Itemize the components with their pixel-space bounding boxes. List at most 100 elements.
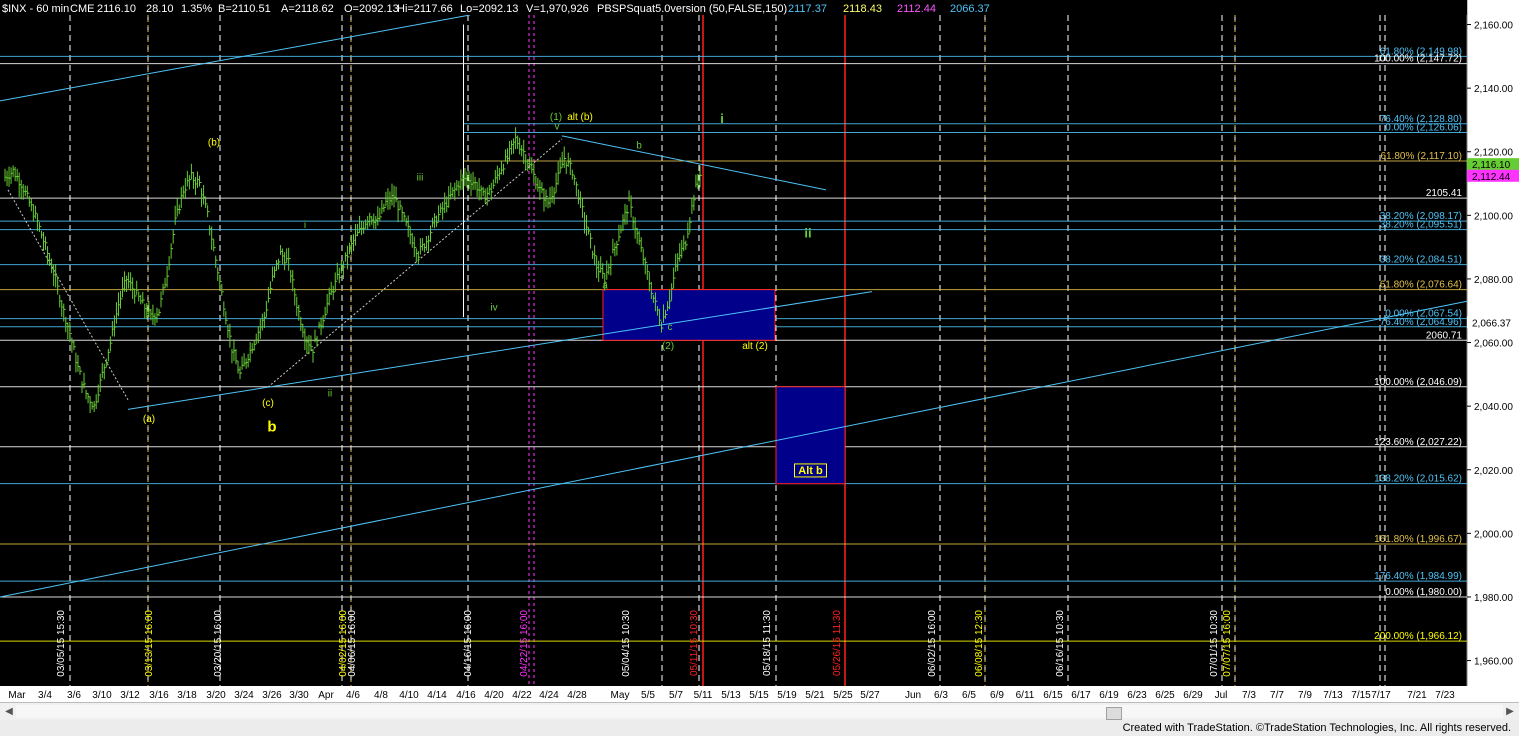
x-tick-label: 6/11 — [1016, 690, 1035, 701]
x-tick-label: 5/5 — [641, 690, 655, 701]
wave-label: (c) — [262, 398, 274, 409]
wave-label: b — [267, 419, 276, 436]
fib-anchor-line — [463, 24, 464, 318]
horizontal-scrollbar[interactable]: ◀ ▶ — [0, 702, 1519, 721]
y-tick-label: 2,080.00 — [1474, 275, 1513, 286]
x-tick-label: 7/9 — [1298, 690, 1312, 701]
x-tick-label: 5/11 — [694, 690, 713, 701]
x-tick-label: 6/17 — [1071, 690, 1091, 701]
y-tick-label: 2,040.00 — [1474, 402, 1513, 413]
scroll-thumb[interactable] — [1106, 707, 1122, 720]
x-tick-label: Apr — [318, 690, 334, 701]
wave-label: alt (b) — [567, 112, 593, 123]
indicator-value: 2117.37 — [788, 3, 827, 15]
x-tick-label: 6/29 — [1183, 690, 1203, 701]
x-tick-label: 7/7 — [1270, 690, 1284, 701]
fib-level-label: 161.80% (1,996.67) — [1374, 534, 1462, 545]
vertical-date-label: 05/18/15 11:30 — [762, 610, 773, 676]
x-tick-label: 6/5 — [962, 690, 976, 701]
chart-area[interactable]: 61.80% (2,149.98) 100.00% (2,147.72) 76.40… — [0, 0, 1519, 736]
x-tick-label: Jul — [1215, 690, 1228, 701]
x-tick-label: 4/10 — [399, 690, 419, 701]
x-tick-label: 7/17 — [1371, 690, 1391, 701]
vertical-date-label: 05/26/15 11:30 — [832, 610, 843, 676]
fib-level-label: 76.40% (2,064.96) — [1380, 317, 1462, 328]
x-tick-label: Jun — [905, 690, 921, 701]
header-field: PBSPSquat5.0version (50,FALSE,150) — [597, 3, 787, 15]
indicator-value: 2112.44 — [897, 3, 936, 15]
x-tick-label: 3/20 — [206, 690, 226, 701]
vertical-date-label: 05/04/15 10:30 — [621, 610, 632, 677]
header-field: 28.10 — [146, 3, 174, 15]
header-field: CME — [70, 3, 94, 15]
wave-label: (2) — [662, 341, 674, 352]
x-tick-label: 4/6 — [346, 690, 360, 701]
x-tick-label: 3/10 — [92, 690, 112, 701]
x-tick-label: 5/13 — [721, 690, 741, 701]
scroll-left-arrow-icon[interactable]: ◀ — [2, 705, 16, 718]
wave-label: a — [602, 280, 608, 291]
x-tick-label: 3/4 — [38, 690, 52, 701]
x-tick-label: 3/24 — [234, 690, 254, 701]
vertical-date-label: 07/01/15 10:30 — [1209, 610, 1220, 677]
vertical-date-label: 07/07/15 16:00 — [1222, 610, 1233, 677]
scroll-track[interactable] — [16, 705, 1503, 720]
x-tick-label: 5/27 — [860, 690, 880, 701]
x-tick-label: 6/3 — [934, 690, 948, 701]
indicator-value: 2118.43 — [843, 3, 882, 15]
wave-label: (a) — [143, 414, 155, 425]
fib-level-label: 61.80% (2,076.64) — [1380, 280, 1462, 291]
fib-level-label: 123.60% (2,027.22) — [1374, 437, 1462, 448]
vertical-date-label: 04/22/15 16:00 — [519, 610, 530, 677]
price-tag-label: 2,116.10 — [1472, 160, 1511, 171]
fib-level-label: 100.00% (2,147.72) — [1374, 54, 1462, 65]
header-field: Hi=2117.66 — [397, 3, 453, 15]
fib-level-label: 38.20% (2,084.51) — [1380, 255, 1462, 266]
alt-b-label: Alt b — [798, 465, 823, 477]
x-tick-label: 5/7 — [669, 690, 683, 701]
header-field: 1.35% — [181, 3, 212, 15]
y-tick-label: 1,980.00 — [1474, 593, 1513, 604]
wave-label: b — [636, 141, 642, 152]
y-tick-label: 2,020.00 — [1474, 466, 1513, 477]
vertical-date-label: 03/13/15 16:00 — [144, 610, 155, 677]
scroll-right-arrow-icon[interactable]: ▶ — [1503, 705, 1517, 718]
footer-bar: Created with TradeStation. ©TradeStation… — [0, 720, 1519, 736]
x-tick-label: 4/14 — [427, 690, 447, 701]
x-tick-label: 5/19 — [777, 690, 797, 701]
x-tick-label: 4/8 — [374, 690, 388, 701]
vertical-date-label: 06/16/15 10:30 — [1055, 610, 1066, 677]
y-tick-label: 2,120.00 — [1474, 148, 1513, 159]
fib-level-label: 2060.71 — [1426, 330, 1463, 341]
wave-label: iii — [417, 172, 424, 183]
wave-label: (1) — [550, 112, 562, 123]
x-tick-label: 4/28 — [567, 690, 587, 701]
vertical-date-label: 06/02/15 16:00 — [927, 610, 938, 677]
x-tick-label: 5/15 — [749, 690, 769, 701]
x-tick-label: 7/13 — [1323, 690, 1343, 701]
y-tick-label: 2,140.00 — [1474, 84, 1513, 95]
y-tick-label: 2,160.00 — [1474, 21, 1513, 32]
x-tick-label: 6/25 — [1155, 690, 1175, 701]
fib-level-label: 100.00% (2,046.09) — [1374, 377, 1462, 388]
x-tick-label: May — [611, 690, 630, 701]
price-chart[interactable]: 61.80% (2,149.98)100.00% (2,147.72)76.40… — [0, 0, 1519, 702]
x-tick-label: 6/15 — [1043, 690, 1063, 701]
x-tick-label: 3/12 — [120, 690, 140, 701]
fib-level-label: 0.00% (1,980.00) — [1385, 587, 1462, 598]
header-field: Lo=2092.13 — [460, 3, 518, 15]
fib-level-label: 176.40% (1,984.99) — [1374, 571, 1462, 582]
x-tick-label: 4/20 — [484, 690, 504, 701]
y-tick-label: 2,060.00 — [1474, 339, 1513, 350]
header-field: $INX - 60 min — [2, 3, 69, 15]
vertical-date-label: 04/06/15 16:00 — [347, 610, 358, 677]
x-tick-label: 5/25 — [833, 690, 853, 701]
indicator-value: 2066.37 — [950, 3, 990, 15]
x-tick-label: 6/9 — [990, 690, 1004, 701]
target-box — [602, 289, 776, 341]
wave-label: alt (2) — [742, 341, 768, 352]
vertical-date-label: 06/08/15 12:30 — [974, 610, 985, 677]
wave-label: (b) — [208, 137, 220, 148]
fib-level-label: 0.00% (2,126.06) — [1385, 122, 1462, 133]
vertical-date-label: 05/11/15 10:30 — [689, 610, 700, 676]
